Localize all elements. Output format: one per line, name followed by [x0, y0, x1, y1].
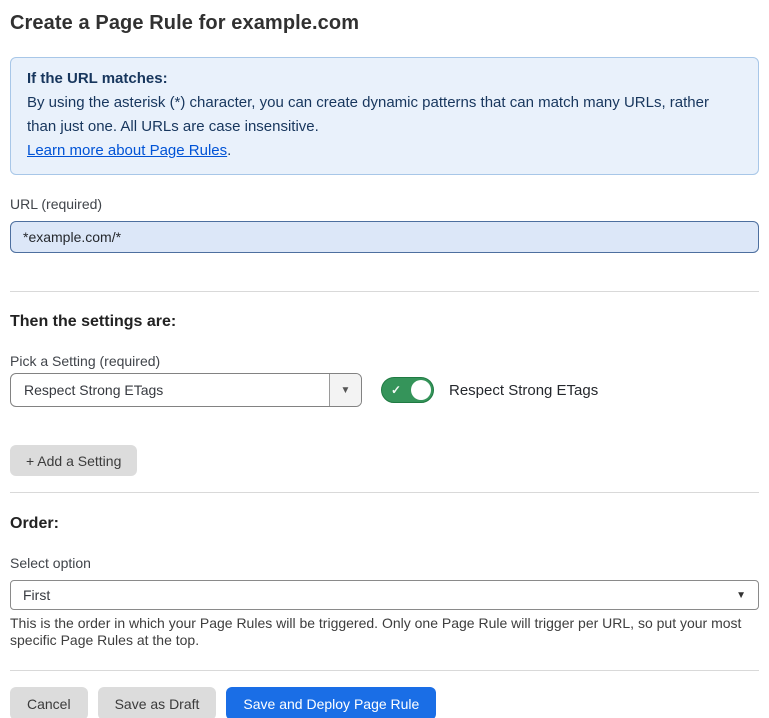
toggle-label: Respect Strong ETags [449, 382, 598, 399]
settings-section-heading: Then the settings are: [10, 313, 759, 330]
order-section-heading: Order: [10, 515, 759, 532]
url-field-group: URL (required) [10, 196, 759, 253]
respect-strong-etags-toggle[interactable]: ✓ [381, 377, 434, 403]
save-draft-button[interactable]: Save as Draft [98, 687, 217, 718]
cancel-button[interactable]: Cancel [10, 687, 88, 718]
info-box-heading: If the URL matches: [27, 67, 742, 91]
pick-setting-label: Pick a Setting (required) [10, 353, 759, 369]
order-select-value: First [23, 587, 50, 603]
order-select[interactable]: First ▼ [10, 580, 759, 610]
check-icon: ✓ [391, 383, 401, 397]
setting-select-value: Respect Strong ETags [11, 374, 329, 406]
url-field-label: URL (required) [10, 196, 759, 212]
order-select-label: Select option [10, 555, 759, 571]
setting-row: Respect Strong ETags ▼ ✓ Respect Strong … [10, 373, 759, 407]
order-help-text: This is the order in which your Page Rul… [10, 615, 755, 649]
chevron-down-icon: ▼ [736, 590, 746, 601]
link-suffix: . [227, 142, 231, 159]
setting-select-arrow-button[interactable]: ▼ [329, 374, 361, 406]
info-box-body: By using the asterisk (*) character, you… [27, 91, 742, 139]
create-page-rule-panel: Create a Page Rule for example.com If th… [0, 12, 769, 718]
page-title: Create a Page Rule for example.com [10, 12, 759, 35]
add-setting-button[interactable]: + Add a Setting [10, 445, 137, 476]
learn-more-link[interactable]: Learn more about Page Rules [27, 142, 227, 159]
chevron-down-icon: ▼ [341, 385, 351, 396]
url-match-info-box: If the URL matches: By using the asteris… [10, 57, 759, 175]
toggle-knob [411, 380, 431, 400]
divider [10, 670, 759, 671]
save-deploy-button[interactable]: Save and Deploy Page Rule [226, 687, 436, 718]
url-input[interactable] [10, 221, 759, 253]
divider [10, 291, 759, 292]
setting-select[interactable]: Respect Strong ETags ▼ [10, 373, 362, 407]
divider [10, 492, 759, 493]
info-box-link-line: Learn more about Page Rules. [27, 139, 742, 163]
footer-button-row: Cancel Save as Draft Save and Deploy Pag… [10, 687, 759, 718]
